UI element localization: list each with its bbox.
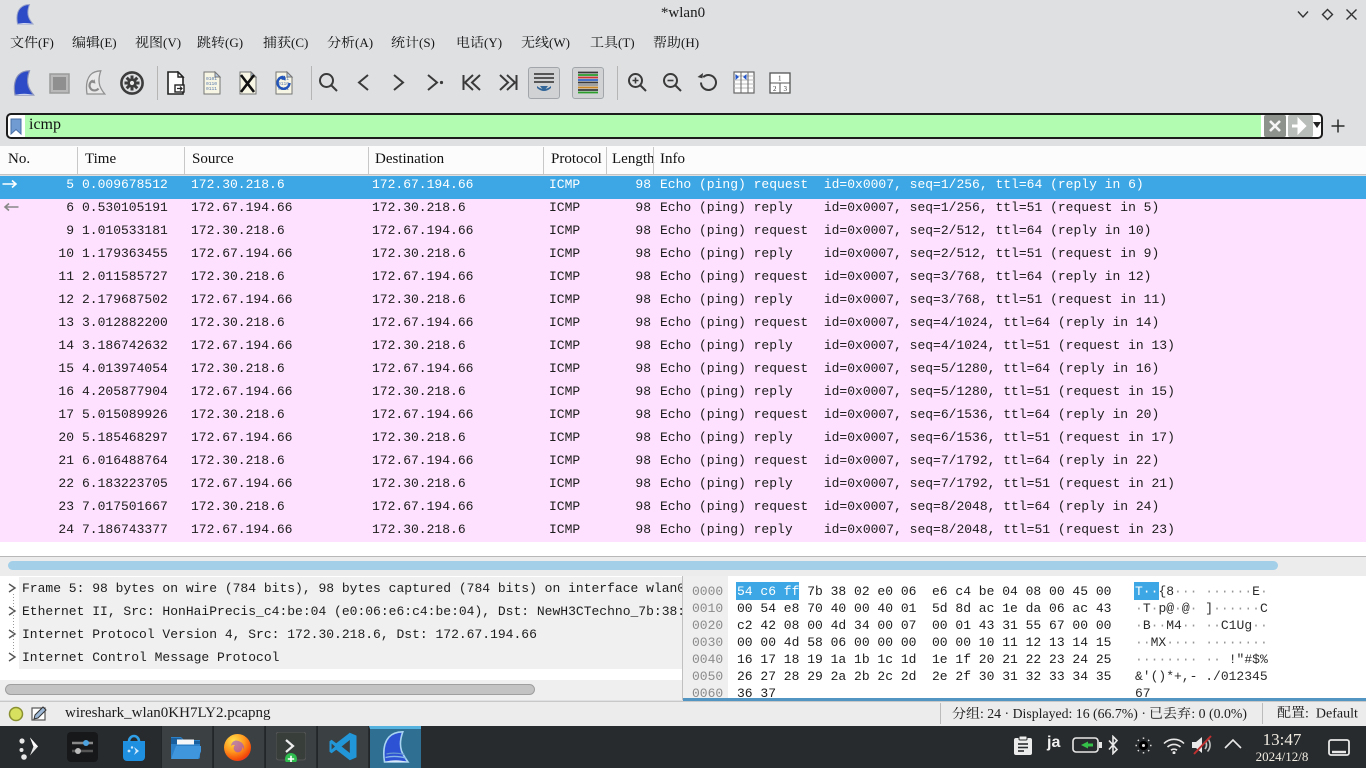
- svg-text:2: 2: [773, 85, 777, 93]
- svg-text:0111: 0111: [206, 86, 217, 92]
- svg-text:1: 1: [778, 75, 782, 83]
- svg-text:3: 3: [784, 85, 788, 93]
